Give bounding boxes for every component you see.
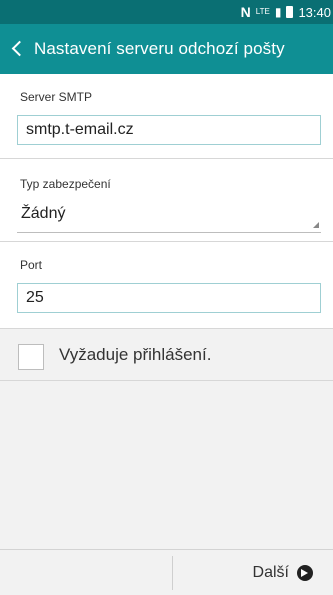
login-required-label: Vyžaduje přihlášení.	[59, 345, 212, 364]
lte-icon: LTE	[255, 7, 270, 16]
arrow-right-circle-icon	[297, 565, 313, 581]
dropdown-arrow-icon	[313, 222, 319, 228]
security-section: Typ zabezpečení Žádný	[0, 159, 333, 241]
port-section: Port 25	[0, 242, 333, 328]
page-title: Nastavení serveru odchozí pošty	[34, 39, 285, 58]
status-bar: N LTE ▮ 13:40	[0, 0, 333, 24]
bottom-bar: Další	[0, 549, 333, 595]
divider	[0, 380, 333, 381]
nfc-icon: N	[240, 4, 251, 20]
security-value: Žádný	[21, 205, 66, 222]
app-bar: Nastavení serveru odchozí pošty	[0, 24, 333, 74]
smtp-section: Server SMTP smtp.t-email.cz	[0, 74, 333, 158]
security-select[interactable]: Žádný	[17, 199, 321, 233]
next-label: Další	[252, 564, 289, 581]
signal-icon: ▮	[274, 5, 282, 19]
port-label: Port	[20, 258, 43, 272]
bottom-bar-separator	[172, 556, 173, 590]
login-required-checkbox[interactable]	[18, 344, 44, 370]
smtp-label: Server SMTP	[20, 90, 93, 104]
status-time: 13:40	[298, 4, 331, 20]
next-button[interactable]: Další	[253, 561, 313, 585]
login-required-row[interactable]: Vyžaduje přihlášení.	[0, 330, 333, 380]
divider	[0, 328, 333, 329]
chevron-left-icon[interactable]	[10, 35, 26, 63]
smtp-server-input[interactable]: smtp.t-email.cz	[17, 115, 321, 145]
battery-icon	[286, 6, 294, 18]
security-label: Typ zabezpečení	[20, 177, 111, 191]
port-input[interactable]: 25	[17, 283, 321, 313]
